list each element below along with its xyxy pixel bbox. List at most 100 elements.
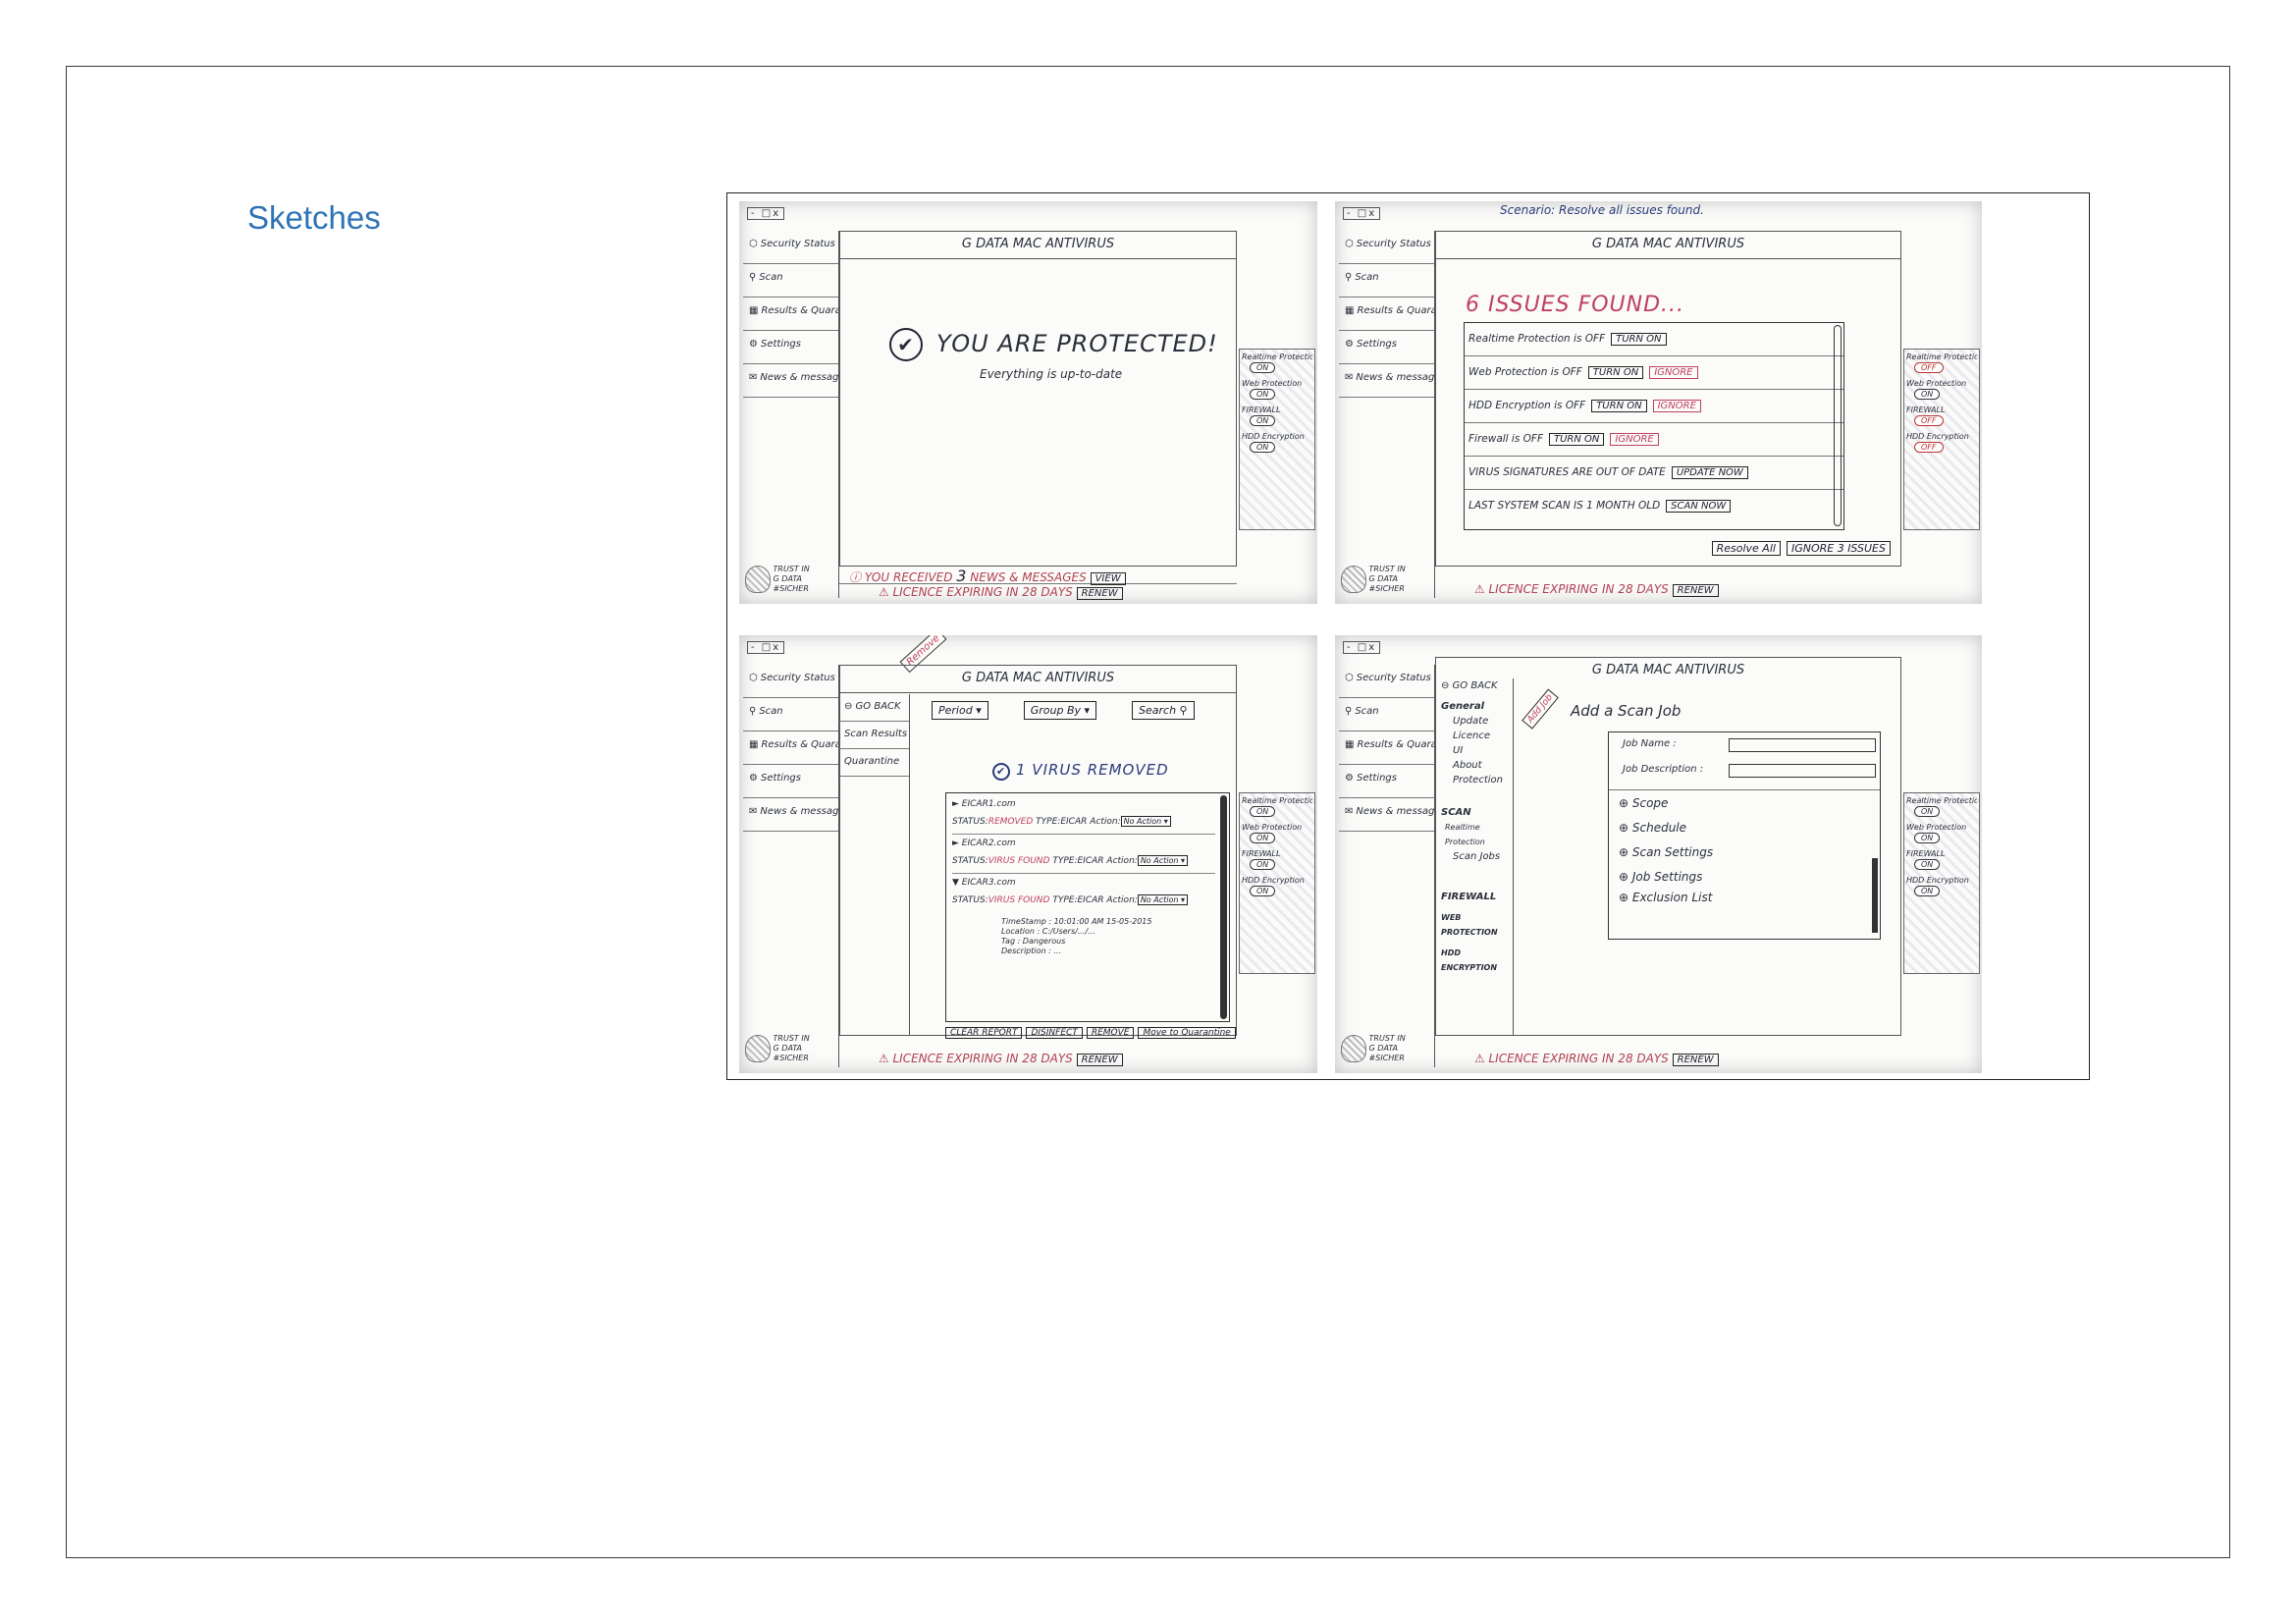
action-dropdown[interactable]: No Action ▾: [1137, 855, 1188, 866]
nav-ui[interactable]: UI: [1441, 743, 1513, 758]
expand-icon[interactable]: ►: [952, 839, 959, 848]
scrollbar[interactable]: [1872, 858, 1878, 933]
expand-icon[interactable]: ►: [952, 799, 959, 809]
scope-option[interactable]: ⊕ Scope: [1609, 790, 1880, 815]
hdd-toggle[interactable]: ON: [1250, 442, 1276, 453]
realtime-toggle[interactable]: ON: [1250, 362, 1276, 373]
nav-realtime-protection[interactable]: Realtime Protection: [1441, 820, 1513, 849]
ignore-button[interactable]: IGNORE: [1610, 433, 1659, 446]
sidebar-item-settings[interactable]: ⚙ Settings: [743, 765, 838, 798]
list-item[interactable]: ► EICAR1.com: [952, 795, 1215, 813]
job-description-field[interactable]: [1729, 764, 1876, 778]
sidebar-item-settings[interactable]: ⚙ Settings: [743, 331, 838, 364]
resolve-all-button[interactable]: Resolve All: [1711, 541, 1781, 556]
nav-hdd-encryption[interactable]: HDD ENCRYPTION: [1441, 946, 1513, 975]
turn-on-button[interactable]: TURN ON: [1549, 433, 1605, 446]
renew-button[interactable]: RENEW: [1076, 587, 1123, 600]
group-by-dropdown[interactable]: Group By ▾: [1023, 701, 1097, 720]
bottom-bar: ⚠ LICENCE EXPIRING IN 28 DAYS RENEW: [1435, 567, 1901, 600]
sidebar-item-news[interactable]: ✉News & messages: [743, 798, 838, 832]
firewall-toggle[interactable]: ON: [1250, 415, 1276, 426]
sidebar-item-scan[interactable]: ⚲ Scan: [743, 264, 838, 298]
nav-scan-jobs[interactable]: Scan Jobs: [1441, 849, 1513, 864]
scan-settings-option[interactable]: ⊕ Scan Settings: [1609, 839, 1880, 864]
sidebar-item-settings[interactable]: ⚙ Settings: [1339, 331, 1434, 364]
sidebar-item-security-status[interactable]: ⬡ Security Status: [743, 665, 838, 698]
renew-button[interactable]: RENEW: [1076, 1054, 1123, 1066]
nav-update[interactable]: Update: [1441, 714, 1513, 729]
job-settings-option[interactable]: ⊕ Job Settings: [1609, 864, 1880, 889]
ignore-button[interactable]: IGNORE: [1652, 400, 1701, 412]
window-controls[interactable]: - □x: [747, 641, 785, 654]
window-controls[interactable]: - □x: [1343, 207, 1381, 220]
update-now-button[interactable]: UPDATE NOW: [1671, 466, 1748, 479]
hdd-toggle[interactable]: ON: [1914, 886, 1941, 896]
nav-protection[interactable]: Protection: [1441, 773, 1513, 787]
nav-group-scan[interactable]: SCAN: [1441, 805, 1513, 820]
sidebar-item-scan[interactable]: ⚲ Scan: [743, 698, 838, 731]
sidebar-item-security-status[interactable]: ⬡ Security Status: [1339, 231, 1434, 264]
scrollbar[interactable]: [1220, 795, 1227, 1019]
hdd-toggle[interactable]: ON: [1250, 886, 1276, 896]
sidebar-item-news[interactable]: ✉News & messages: [1339, 798, 1434, 832]
sidebar-item-results[interactable]: ▦Results & Quarantine: [1339, 298, 1434, 331]
sidebar-item-scan[interactable]: ⚲ Scan: [1339, 698, 1434, 731]
collapse-icon[interactable]: ▼: [952, 878, 959, 888]
sidebar-item-news[interactable]: ✉News & messages: [1339, 364, 1434, 398]
nav-about[interactable]: About: [1441, 758, 1513, 773]
action-dropdown[interactable]: No Action ▾: [1137, 894, 1188, 905]
web-toggle[interactable]: ON: [1914, 833, 1941, 843]
job-name-field[interactable]: [1729, 738, 1876, 752]
nav-firewall[interactable]: FIREWALL: [1441, 890, 1513, 904]
sidebar-item-settings[interactable]: ⚙ Settings: [1339, 765, 1434, 798]
web-toggle[interactable]: ON: [1250, 389, 1276, 400]
scrollbar[interactable]: [1834, 325, 1842, 526]
search-input[interactable]: Search ⚲: [1132, 701, 1195, 720]
list-item[interactable]: ▼ EICAR3.com: [952, 874, 1215, 892]
go-back-button[interactable]: ⊖ GO BACK: [839, 694, 909, 722]
sidebar-item-security-status[interactable]: ⬡ Security Status: [743, 231, 838, 264]
sidebar-item-results[interactable]: ▦Results & Quarantine: [1339, 731, 1434, 765]
sidebar-item-security-status[interactable]: ⬡ Security Status: [1339, 665, 1434, 698]
protection-panel: Realtime Protection OFF Web Protection ON …: [1903, 349, 1980, 530]
exclusion-list-option[interactable]: ⊕ Exclusion List: [1609, 889, 1880, 906]
renew-button[interactable]: RENEW: [1672, 584, 1719, 597]
web-toggle[interactable]: ON: [1914, 389, 1941, 400]
web-toggle[interactable]: ON: [1250, 833, 1276, 843]
subnav-scan-results[interactable]: Scan Results: [839, 722, 909, 749]
renew-button[interactable]: RENEW: [1672, 1054, 1719, 1066]
sidebar-item-scan[interactable]: ⚲ Scan: [1339, 264, 1434, 298]
go-back-button[interactable]: ⊖ GO BACK: [1441, 678, 1513, 693]
shield-icon: ⬡: [1345, 673, 1354, 683]
ignore-issues-button[interactable]: IGNORE 3 ISSUES: [1786, 541, 1891, 556]
nav-licence[interactable]: Licence: [1441, 729, 1513, 743]
nav-web-protection[interactable]: WEB PROTECTION: [1441, 910, 1513, 940]
issue-row: VIRUS SIGNATURES ARE OUT OF DATE UPDATE N…: [1465, 457, 1843, 490]
nav-group-general[interactable]: General: [1441, 699, 1513, 714]
view-button[interactable]: VIEW: [1090, 572, 1126, 585]
firewall-toggle[interactable]: OFF: [1914, 415, 1944, 426]
turn-on-button[interactable]: TURN ON: [1591, 400, 1647, 412]
action-dropdown[interactable]: No Action ▾: [1120, 816, 1171, 827]
sidebar-item-results[interactable]: ▦Results & Quarantine: [743, 731, 838, 765]
realtime-toggle[interactable]: ON: [1914, 806, 1941, 817]
schedule-option[interactable]: ⊕ Schedule: [1609, 815, 1880, 839]
sidebar-item-news[interactable]: ✉News & messages: [743, 364, 838, 398]
ignore-button[interactable]: IGNORE: [1649, 366, 1698, 379]
realtime-toggle[interactable]: ON: [1250, 806, 1276, 817]
list-item[interactable]: ► EICAR2.com: [952, 835, 1215, 852]
realtime-toggle[interactable]: OFF: [1914, 362, 1944, 373]
hdd-toggle[interactable]: OFF: [1914, 442, 1944, 453]
firewall-toggle[interactable]: ON: [1914, 859, 1941, 870]
scan-now-button[interactable]: SCAN NOW: [1666, 500, 1732, 513]
license-warning: ⚠ LICENCE EXPIRING IN 28 DAYS: [1474, 582, 1669, 596]
virus-type: EICAR: [1077, 856, 1104, 866]
window-controls[interactable]: - □x: [747, 207, 785, 220]
turn-on-button[interactable]: TURN ON: [1587, 366, 1644, 379]
firewall-toggle[interactable]: ON: [1250, 859, 1276, 870]
period-dropdown[interactable]: Period ▾: [932, 701, 988, 720]
window-controls[interactable]: - □x: [1343, 641, 1381, 654]
sidebar-item-results[interactable]: ▦Results & Quarantine: [743, 298, 838, 331]
subnav-quarantine[interactable]: Quarantine: [839, 749, 909, 777]
turn-on-button[interactable]: TURN ON: [1611, 333, 1667, 346]
